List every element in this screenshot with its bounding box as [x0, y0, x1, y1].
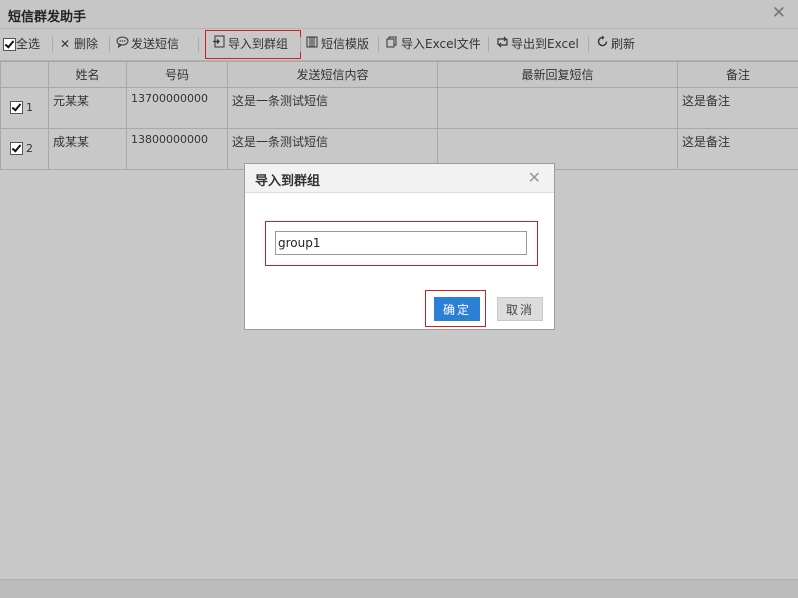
contacts-table: 姓名 号码 发送短信内容 最新回复短信 备注 1 元某某 13700000000… — [0, 61, 798, 170]
delete-button[interactable]: ✕删除 — [58, 29, 98, 60]
content-cell: 这是一条测试短信 — [228, 129, 437, 150]
toolbar: 全选 ✕删除 发送短信 导入到群组 短信模版 — [0, 29, 798, 61]
import-excel-button[interactable]: 导入Excel文件 — [385, 29, 481, 60]
table-row[interactable]: 1 元某某 13700000000 这是一条测试短信 这是备注 — [1, 88, 798, 129]
cancel-button[interactable]: 取消 — [497, 297, 543, 321]
export-arrows-icon — [495, 29, 509, 60]
select-all-label: 全选 — [16, 37, 40, 51]
row-checkbox[interactable] — [10, 101, 23, 114]
toolbar-divider — [588, 37, 589, 52]
import-to-group-dialog: 导入到群组 ✕ 确定 取消 — [244, 163, 555, 330]
select-all-button[interactable]: 全选 — [3, 29, 40, 60]
toolbar-divider — [109, 37, 110, 52]
toolbar-divider — [52, 37, 53, 52]
checkbox-icon — [3, 38, 16, 51]
export-excel-button[interactable]: 导出到Excel — [495, 29, 579, 60]
row-index: 2 — [26, 142, 33, 155]
toolbar-divider — [488, 37, 489, 52]
column-header[interactable]: 最新回复短信 — [438, 62, 678, 88]
row-checkbox[interactable] — [10, 142, 23, 155]
note-cell: 这是备注 — [678, 129, 798, 150]
dialog-close-icon[interactable]: ✕ — [528, 168, 541, 187]
window-close-icon[interactable]: ✕ — [772, 3, 786, 23]
column-header[interactable]: 备注 — [678, 62, 798, 88]
dialog-header: 导入到群组 ✕ — [245, 164, 554, 193]
chat-bubble-icon — [115, 29, 129, 60]
table-header-row: 姓名 号码 发送短信内容 最新回复短信 备注 — [1, 62, 798, 88]
delete-x-icon: ✕ — [58, 29, 72, 60]
status-bar — [0, 579, 798, 598]
send-sms-button[interactable]: 发送短信 — [115, 29, 179, 60]
delete-label: 删除 — [74, 37, 98, 51]
template-icon — [305, 29, 319, 60]
title-bar: 短信群发助手 ✕ — [0, 0, 798, 29]
reply-cell — [438, 129, 677, 133]
confirm-button[interactable]: 确定 — [434, 297, 480, 321]
toolbar-divider — [198, 37, 199, 52]
dialog-title: 导入到群组 — [255, 170, 320, 189]
note-cell: 这是备注 — [678, 88, 798, 109]
sms-template-button[interactable]: 短信模版 — [305, 29, 369, 60]
reply-cell — [438, 88, 677, 92]
phone-cell: 13800000000 — [127, 129, 227, 146]
copy-file-icon — [385, 29, 399, 60]
export-excel-label: 导出到Excel — [511, 37, 579, 51]
content-cell: 这是一条测试短信 — [228, 88, 437, 109]
toolbar-divider — [378, 37, 379, 52]
header-checkbox-col — [1, 62, 49, 88]
phone-cell: 13700000000 — [127, 88, 227, 105]
refresh-button[interactable]: 刷新 — [595, 29, 635, 60]
refresh-icon — [595, 29, 609, 60]
refresh-label: 刷新 — [611, 37, 635, 51]
window-title: 短信群发助手 — [8, 6, 86, 25]
name-cell: 元某某 — [49, 88, 126, 109]
sms-template-label: 短信模版 — [321, 37, 369, 51]
name-cell: 成某某 — [49, 129, 126, 150]
toolbar-divider — [300, 37, 301, 52]
column-header[interactable]: 姓名 — [49, 62, 127, 88]
column-header[interactable]: 发送短信内容 — [228, 62, 438, 88]
column-header[interactable]: 号码 — [127, 62, 228, 88]
import-excel-label: 导入Excel文件 — [401, 37, 481, 51]
group-name-input[interactable] — [275, 231, 527, 255]
import-group-highlight — [205, 30, 301, 59]
row-index: 1 — [26, 101, 33, 114]
send-sms-label: 发送短信 — [131, 37, 179, 51]
